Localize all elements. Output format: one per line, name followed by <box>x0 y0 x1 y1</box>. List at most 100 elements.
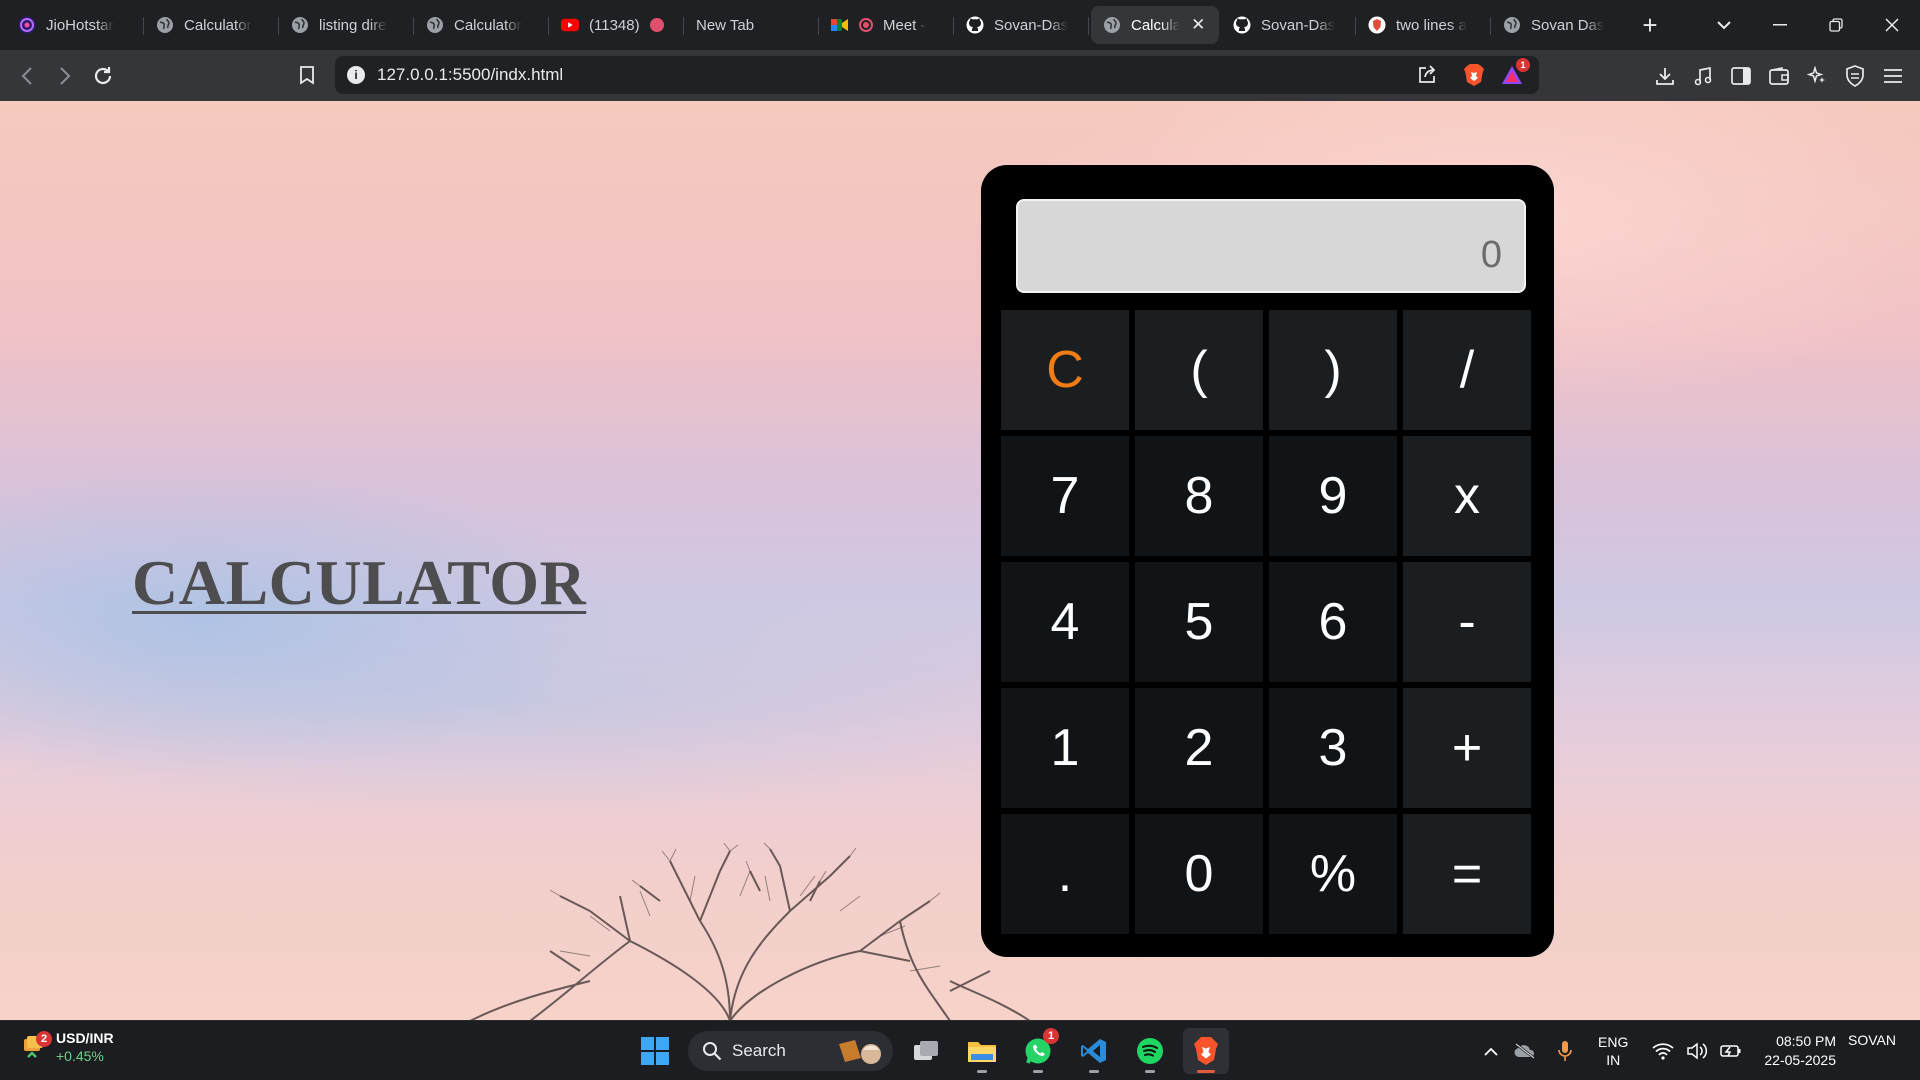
key-4[interactable]: 4 <box>1001 562 1129 682</box>
key-8[interactable]: 8 <box>1135 436 1263 556</box>
restore-icon[interactable] <box>1808 0 1864 50</box>
taskbar-search[interactable]: Search <box>688 1031 893 1071</box>
brave-shields-icon[interactable] <box>1463 63 1485 92</box>
spotify-icon[interactable] <box>1127 1028 1173 1074</box>
key-9[interactable]: 9 <box>1269 436 1397 556</box>
tab-sovan-das[interactable]: Sovan Das <box>1491 6 1626 44</box>
search-placeholder: Search <box>732 1041 786 1060</box>
tab-calculator-active[interactable]: Calcula ✕ <box>1091 6 1219 44</box>
rewards-badge: 1 <box>1516 58 1530 72</box>
start-button[interactable] <box>632 1028 678 1074</box>
youtube-icon <box>561 16 579 34</box>
tab-calculator-1[interactable]: Calculator <box>144 6 279 44</box>
key-7[interactable]: 7 <box>1001 436 1129 556</box>
vscode-icon[interactable] <box>1071 1028 1117 1074</box>
show-hidden-icons-chevron-icon[interactable] <box>1474 1031 1508 1071</box>
widgets-button[interactable]: 2 USD/INR +0.45% <box>22 1029 114 1065</box>
globe-icon <box>291 16 309 34</box>
tab-title: Meet - <box>883 16 926 34</box>
share-icon[interactable] <box>1417 65 1437 90</box>
tab-jiohotstar[interactable]: JioHotstar <box>6 6 144 44</box>
language-indicator[interactable]: ENG IN <box>1598 1033 1628 1069</box>
address-bar[interactable]: i 127.0.0.1:5500/indx.html 1 <box>335 56 1539 94</box>
calculator-display: 0 <box>1016 199 1526 293</box>
wifi-icon[interactable] <box>1646 1031 1680 1071</box>
bookmark-icon[interactable] <box>288 56 326 94</box>
windows-logo-icon <box>641 1037 669 1065</box>
key-1[interactable]: 1 <box>1001 688 1129 808</box>
key-close-paren[interactable]: ) <box>1269 310 1397 430</box>
key-subtract[interactable]: - <box>1403 562 1531 682</box>
key-equals[interactable]: = <box>1403 814 1531 934</box>
onedrive-offline-icon[interactable] <box>1508 1031 1542 1071</box>
vpn-shield-icon[interactable] <box>1840 61 1870 91</box>
leo-ai-icon[interactable] <box>1802 61 1832 91</box>
brave-icon <box>1368 16 1386 34</box>
tab-github-1[interactable]: Sovan-Das <box>954 6 1089 44</box>
browser-toolbar: i 127.0.0.1:5500/indx.html 1 <box>0 50 1920 101</box>
widget-badge: 2 <box>36 1031 52 1047</box>
key-decimal[interactable]: . <box>1001 814 1129 934</box>
tab-two-lines[interactable]: two lines a <box>1356 6 1491 44</box>
tab-listing[interactable]: listing dire <box>279 6 414 44</box>
wallet-icon[interactable] <box>1764 61 1794 91</box>
reload-icon[interactable] <box>84 57 122 95</box>
tab-search-chevron-icon[interactable] <box>1696 0 1752 50</box>
key-clear[interactable]: C <box>1001 310 1129 430</box>
tab-meet[interactable]: Meet - <box>819 6 954 44</box>
menu-hamburger-icon[interactable] <box>1878 61 1908 91</box>
key-2[interactable]: 2 <box>1135 688 1263 808</box>
google-meet-icon <box>831 16 849 34</box>
new-tab-button[interactable]: + <box>1630 10 1670 41</box>
key-5[interactable]: 5 <box>1135 562 1263 682</box>
tab-title: (11348) <box>589 16 640 34</box>
tab-title: JioHotstar <box>46 16 114 34</box>
calculator-keypad: C ( ) / 7 8 9 x 4 5 6 - 1 2 3 + . 0 % = <box>1001 310 1534 934</box>
forward-icon[interactable] <box>46 57 84 95</box>
download-icon[interactable] <box>1650 61 1680 91</box>
toolbar-actions <box>1650 50 1908 101</box>
key-0[interactable]: 0 <box>1135 814 1263 934</box>
taskbar-apps: Search 1 <box>632 1027 1229 1075</box>
task-view-icon[interactable] <box>903 1028 949 1074</box>
microphone-icon[interactable] <box>1548 1031 1582 1071</box>
key-open-paren[interactable]: ( <box>1135 310 1263 430</box>
minimize-icon[interactable] <box>1752 0 1808 50</box>
key-6[interactable]: 6 <box>1269 562 1397 682</box>
tab-youtube[interactable]: (11348) <box>549 6 684 44</box>
clock-date: 22-05-2025 <box>1764 1052 1837 1068</box>
tab-strip: JioHotstar Calculator listing dire Calcu… <box>0 0 1920 50</box>
back-icon[interactable] <box>8 57 46 95</box>
volume-icon[interactable] <box>1680 1031 1714 1071</box>
calculator: 0 C ( ) / 7 8 9 x 4 5 6 - 1 2 3 + . 0 % … <box>981 165 1554 957</box>
search-highlight-icon <box>839 1040 881 1064</box>
key-3[interactable]: 3 <box>1269 688 1397 808</box>
tab-title: New Tab <box>696 16 755 34</box>
file-explorer-icon[interactable] <box>959 1028 1005 1074</box>
brave-browser-icon[interactable] <box>1183 1028 1229 1074</box>
tab-github-2[interactable]: Sovan-Das <box>1221 6 1356 44</box>
whatsapp-icon[interactable]: 1 <box>1015 1028 1061 1074</box>
key-percent[interactable]: % <box>1269 814 1397 934</box>
site-info-icon[interactable]: i <box>347 66 365 84</box>
sidebar-toggle-icon[interactable] <box>1726 61 1756 91</box>
github-icon <box>1233 16 1251 34</box>
globe-icon <box>426 16 444 34</box>
key-multiply[interactable]: x <box>1403 436 1531 556</box>
battery-charging-icon[interactable] <box>1714 1031 1748 1071</box>
key-add[interactable]: + <box>1403 688 1531 808</box>
key-divide[interactable]: / <box>1403 310 1531 430</box>
brave-rewards-icon[interactable]: 1 <box>1501 58 1530 90</box>
windows-taskbar: 2 USD/INR +0.45% Search 1 ENG IN 08:50 P… <box>0 1020 1920 1080</box>
tab-calculator-2[interactable]: Calculator <box>414 6 549 44</box>
tab-title: Calculator <box>454 16 522 34</box>
url-text: 127.0.0.1:5500/indx.html <box>377 65 564 84</box>
close-tab-icon[interactable]: ✕ <box>1190 15 1207 35</box>
region-code: IN <box>1606 1052 1621 1068</box>
tab-title: Sovan Das <box>1531 16 1605 34</box>
tab-new-tab[interactable]: New Tab <box>684 6 819 44</box>
clock[interactable]: 08:50 PM 22-05-2025 <box>1764 1032 1836 1070</box>
media-music-icon[interactable] <box>1688 61 1718 91</box>
close-window-icon[interactable] <box>1864 0 1920 50</box>
tab-title: Calcula <box>1131 16 1180 34</box>
